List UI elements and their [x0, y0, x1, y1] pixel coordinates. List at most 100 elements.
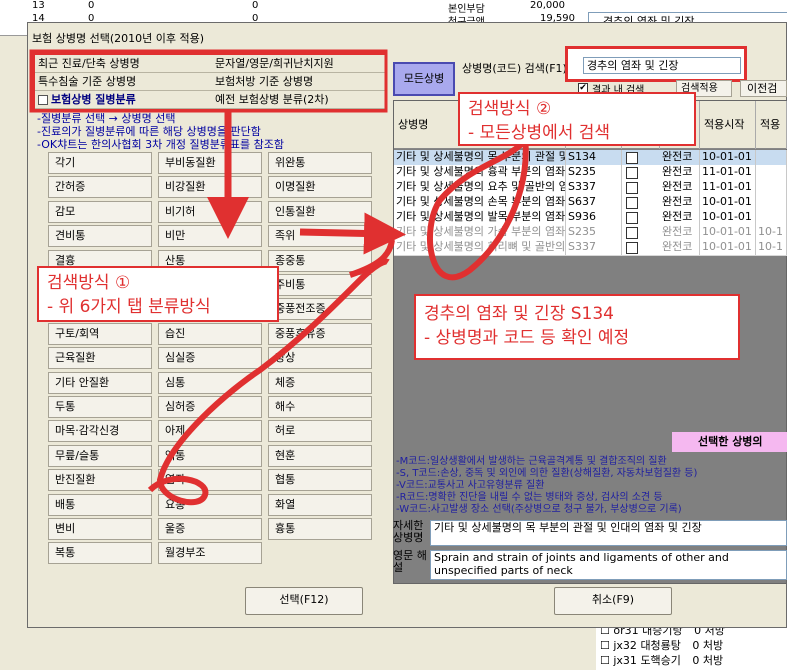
select-button[interactable]: 선택(F12) — [245, 587, 363, 615]
category-button[interactable]: 두통 — [48, 396, 152, 418]
table-row[interactable]: 기타 및 상세불명의 허리뼈 및 골반의 염좌S337 완전코10-01-0110… — [394, 240, 787, 256]
tab-old-classification[interactable]: 예전 보험상병 분류(2차) — [212, 91, 385, 109]
row-name: 기타 및 상세불명의 손목 부분의 염좌 및 긴장 — [396, 195, 566, 210]
category-button[interactable]: 중풍후유증 — [268, 322, 372, 345]
category-button[interactable]: 주비통 — [268, 274, 372, 296]
annotation-text: 검색방식 ② — [468, 99, 552, 119]
category-button[interactable]: 복통 — [48, 542, 152, 565]
category-button[interactable]: 중풍전조증 — [268, 298, 372, 321]
category-button[interactable]: 습진 — [158, 322, 262, 345]
category-button[interactable]: 울증 — [158, 518, 262, 540]
category-button[interactable]: 현훈 — [268, 444, 372, 467]
row-type: 완전코 — [660, 225, 700, 240]
category-button[interactable]: 인통질환 — [268, 200, 372, 223]
category-button[interactable]: 심허증 — [158, 396, 262, 418]
tab-acupuncture[interactable]: 특수침술 기준 상병명 — [35, 73, 215, 91]
col-end[interactable]: 적용종료 — [756, 101, 787, 179]
category-button[interactable]: 부비동질환 — [158, 152, 262, 174]
list-item[interactable]: ☐ jx32 대청룡탕 0 처방 — [600, 637, 723, 653]
category-button[interactable]: 마목·감각신경 — [48, 420, 152, 443]
category-button[interactable]: 비기허 — [158, 200, 262, 223]
category-button[interactable]: 견비통 — [48, 225, 152, 248]
detail-panel: 자세한 상병명 기타 및 상세불명의 목 부분의 관절 및 인대의 염좌 및 긴… — [393, 520, 787, 584]
row-start: 10-01-01 — [700, 240, 756, 255]
search-input[interactable]: 경추의 염좌 및 긴장 — [583, 57, 741, 74]
row-checkbox[interactable] — [626, 242, 638, 254]
row-code: S235 — [566, 165, 622, 180]
category-tabs: 최근 진료/단축 상병명 문자열/영문/희귀난치지원 특수침술 기준 상병명 보… — [32, 52, 385, 110]
category-button[interactable]: 무릎/슬통 — [48, 444, 152, 467]
category-button[interactable]: 감모 — [48, 200, 152, 223]
list-item[interactable]: ☐ jx31 도핵승기 0 처방 — [600, 652, 723, 668]
table-row[interactable]: 기타 및 상세불명의 발목 부분의 염좌 및 긴장S936 완전코10-01-01 — [394, 210, 787, 226]
category-button[interactable]: 창상 — [268, 347, 372, 370]
category-button[interactable]: 협통 — [268, 469, 372, 492]
row-type: 완전코 — [660, 210, 700, 225]
row-type: 완전코 — [660, 165, 700, 180]
col-start[interactable]: 적용시작 — [700, 101, 756, 149]
row-code: S337 — [566, 240, 622, 255]
row-unit: 처방 — [702, 639, 724, 652]
row-checkbox[interactable] — [626, 152, 638, 164]
tab-string-search[interactable]: 문자열/영문/희귀난치지원 — [212, 55, 385, 73]
category-button[interactable]: 각기 — [48, 152, 152, 174]
category-button[interactable]: 심통 — [158, 371, 262, 394]
category-button[interactable]: 위완통 — [268, 152, 372, 174]
category-button[interactable]: 기타 안질환 — [48, 371, 152, 394]
row-checkbox[interactable] — [626, 227, 638, 239]
category-button[interactable]: 체증 — [268, 371, 372, 394]
category-button[interactable]: 배통 — [48, 493, 152, 516]
row-name: 대청룡탕 — [640, 639, 681, 652]
row-name: 기타 및 상세불명의 흉곽 부분의 염좌 및 긴장 — [396, 165, 566, 180]
row-code: S337 — [566, 180, 622, 195]
category-button[interactable]: 근육질환 — [48, 347, 152, 370]
category-button[interactable]: 화열 — [268, 493, 372, 516]
table-row[interactable]: 기타 및 상세불명의 요추 및 골반의 염좌 및 긴장S337 완전코11-01-… — [394, 180, 787, 196]
category-button[interactable]: 월경부조 — [158, 542, 262, 565]
table-row[interactable]: 기타 및 상세불명의 손목 부분의 염좌 및 긴장S637 완전코10-01-01 — [394, 195, 787, 211]
category-button[interactable]: 구토/회역 — [48, 322, 152, 345]
prev-search-button[interactable]: 이전검 — [740, 80, 787, 97]
category-button[interactable]: 종중통 — [268, 249, 372, 272]
category-button[interactable]: 액통 — [158, 444, 262, 467]
bg-cell: 20,000 — [530, 0, 565, 11]
row-checkbox[interactable] — [626, 197, 638, 209]
category-button[interactable]: 족위 — [268, 225, 372, 248]
category-button[interactable]: 심실증 — [158, 347, 262, 370]
category-button[interactable]: 비강질환 — [158, 176, 262, 199]
folder-icon — [38, 95, 48, 105]
row-end — [756, 180, 787, 195]
annotation-text: 검색방식 ① — [47, 273, 131, 293]
tab-insurance-prescription[interactable]: 보험처방 기준 상병명 — [212, 73, 385, 91]
row-name: 기타 및 상세불명의 발목 부분의 염좌 및 긴장 — [396, 210, 566, 225]
category-button[interactable]: 비만 — [158, 225, 262, 248]
category-button[interactable]: 요통 — [158, 493, 262, 516]
bg-cell: 0 — [88, 0, 95, 11]
tab-disease-classification[interactable]: 보험상병 질병분류 — [35, 91, 215, 109]
cancel-button[interactable]: 취소(F9) — [554, 587, 672, 615]
table-row[interactable]: 기타 및 상세불명의 가슴 부분의 염좌 및 긴장S235 완전코10-01-01… — [394, 225, 787, 241]
table-row[interactable]: 기타 및 상세불명의 흉곽 부분의 염좌 및 긴장S235 완전코11-01-01 — [394, 165, 787, 181]
row-type: 완전코 — [660, 150, 700, 165]
row-code: S936 — [566, 210, 622, 225]
tab-recent[interactable]: 최근 진료/단축 상병명 — [35, 55, 215, 73]
category-button[interactable]: 변비 — [48, 518, 152, 540]
category-button[interactable]: 아제 — [158, 420, 262, 443]
detail-label-korean: 자세한 상병명 — [393, 519, 424, 544]
all-diseases-button[interactable]: 모든상병 — [393, 62, 455, 96]
row-name: 도핵승기 — [640, 654, 681, 667]
row-start: 10-01-01 — [700, 225, 756, 240]
row-name: 기타 및 상세불명의 요추 및 골반의 염좌 및 긴장 — [394, 180, 566, 195]
row-checkbox[interactable] — [626, 182, 638, 194]
category-button[interactable]: 염좌 — [158, 469, 262, 492]
category-button[interactable]: 간허증 — [48, 176, 152, 199]
row-checkbox[interactable] — [626, 167, 638, 179]
category-button[interactable]: 해수 — [268, 396, 372, 418]
row-checkbox[interactable] — [626, 212, 638, 224]
category-button[interactable]: 이명질환 — [268, 176, 372, 199]
category-button[interactable]: 반진질환 — [48, 469, 152, 492]
table-row[interactable]: 기타 및 상세불명의 목 부분의 관절 및 인대의 염좌 및 긴장S134 완전코… — [394, 150, 787, 166]
row-end — [756, 165, 787, 180]
category-button[interactable]: 허로 — [268, 420, 372, 443]
category-button[interactable]: 흉통 — [268, 518, 372, 540]
